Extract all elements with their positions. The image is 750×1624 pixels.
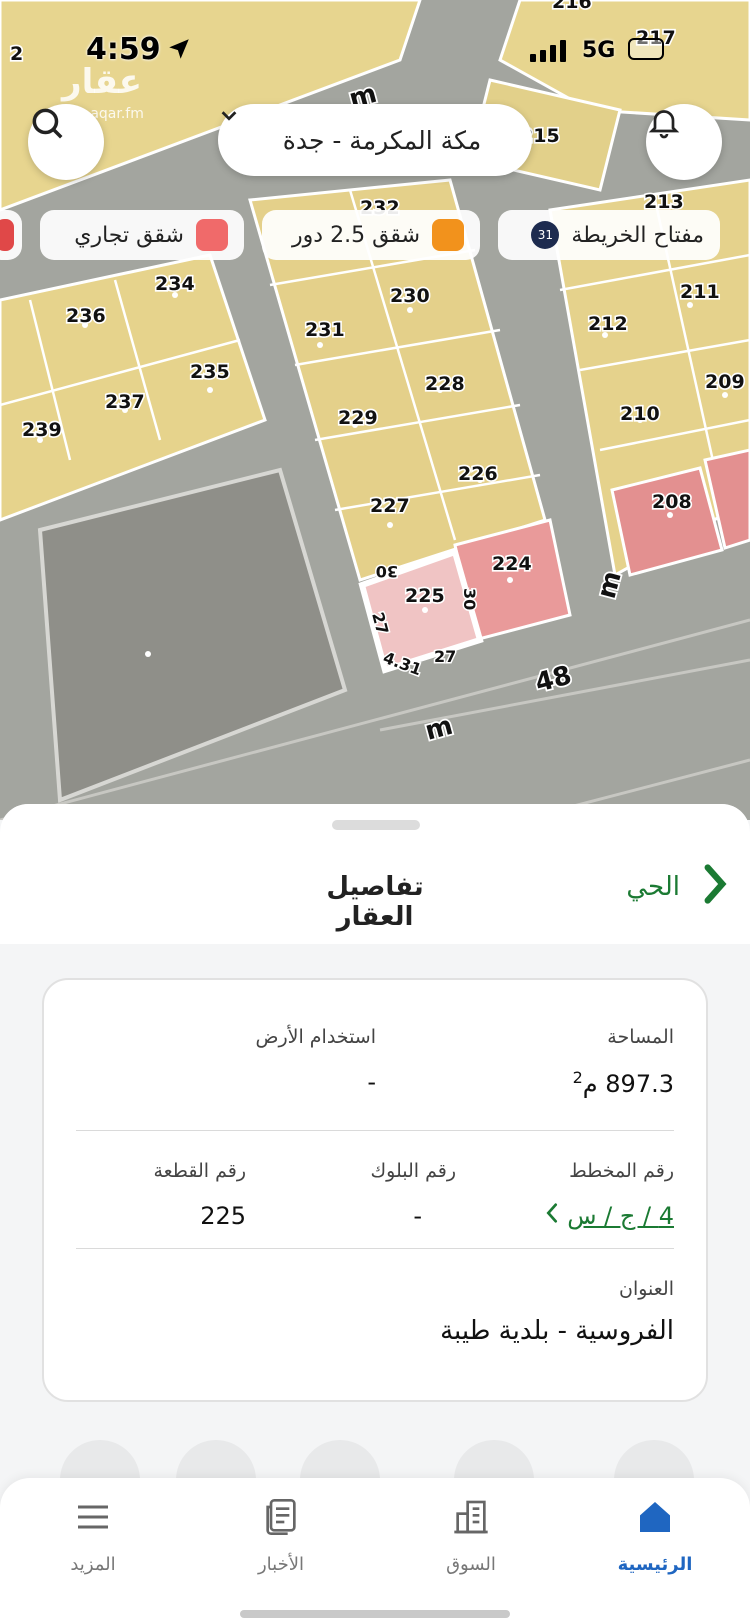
block-number-label: رقم البلوك xyxy=(370,1160,456,1182)
battery-icon xyxy=(628,38,664,60)
land-use-value: - xyxy=(367,1068,376,1096)
sheet-header: تفاصيل العقار الحي xyxy=(0,804,750,944)
plot-label-211: 211 xyxy=(680,281,720,303)
address-label: العنوان xyxy=(618,1278,674,1300)
block-number-value: - xyxy=(413,1202,422,1230)
building-icon xyxy=(406,1494,536,1540)
brand-watermark: عقار xyxy=(62,62,143,102)
plot-label-226: 226 xyxy=(458,463,498,485)
plot-label-235: 235 xyxy=(190,361,230,383)
area-field: المساحة 897.3 م2 xyxy=(573,1026,674,1098)
nav-more[interactable]: المزيد xyxy=(28,1494,158,1575)
land-use-label: استخدام الأرض xyxy=(255,1026,376,1048)
plot-label-230: 230 xyxy=(390,285,430,307)
plot-number-value: 225 xyxy=(200,1202,246,1230)
plot-label-228: 228 xyxy=(425,373,465,395)
search-button[interactable] xyxy=(28,104,104,180)
sheet-title: تفاصيل العقار xyxy=(326,872,424,932)
map-key-chip[interactable]: مفتاح الخريطة 31 xyxy=(498,210,720,260)
plot-label-224: 224 xyxy=(492,553,532,575)
legend-label-apartments: شقق 2.5 دور xyxy=(292,222,420,248)
nav-news-label: الأخبار xyxy=(257,1554,304,1575)
legend-chip-apartments[interactable]: شقق 2.5 دور xyxy=(262,210,480,260)
plot-label-209: 209 xyxy=(705,371,745,393)
plot-number-label: رقم القطعة xyxy=(153,1160,246,1182)
legend-chip-partial[interactable] xyxy=(0,210,22,260)
plan-number-link[interactable]: 4 / ج / س xyxy=(545,1202,674,1230)
news-icon xyxy=(216,1494,346,1540)
plot-label-231: 231 xyxy=(305,319,345,341)
nav-market[interactable]: السوق xyxy=(406,1494,536,1575)
plot-label-237: 237 xyxy=(105,391,145,413)
bottom-navigation: الرئيسية السوق الأخبار المزيد xyxy=(0,1478,750,1624)
city-selector[interactable]: مكة المكرمة - جدة xyxy=(218,104,532,176)
property-map[interactable]: 216 217 2 215 213 232 234 236 230 231 21… xyxy=(0,0,750,820)
district-link-label: الحي xyxy=(626,872,680,902)
dimension-label: 27 xyxy=(434,647,456,666)
network-indicator: 5G xyxy=(582,38,616,63)
dimension-label: 30 xyxy=(460,588,479,610)
menu-icon xyxy=(28,1494,158,1540)
drag-handle[interactable] xyxy=(332,820,420,830)
chevron-right-icon xyxy=(702,862,728,913)
plot-label-216: 216 xyxy=(552,0,592,13)
area-value: 897.3 م2 xyxy=(572,1068,674,1098)
plot-label-2: 2 xyxy=(10,43,23,65)
plot-label-210: 210 xyxy=(620,403,660,425)
area-unit-superscript: 2 xyxy=(572,1068,583,1087)
plot-label-212: 212 xyxy=(588,313,628,335)
dimension-label: 30 xyxy=(376,562,398,581)
nav-market-label: السوق xyxy=(446,1554,496,1575)
plot-label-234: 234 xyxy=(155,273,195,295)
address-field: العنوان الفروسية - بلدية طيبة xyxy=(440,1278,674,1346)
nav-home[interactable]: الرئيسية xyxy=(590,1494,720,1575)
area-unit: م xyxy=(582,1070,598,1098)
legend-swatch-orange xyxy=(432,219,464,251)
nav-more-label: المزيد xyxy=(70,1554,116,1575)
plan-number-field: رقم المخطط 4 / ج / س xyxy=(545,1160,674,1230)
plot-label-229: 229 xyxy=(338,407,378,429)
nav-home-label: الرئيسية xyxy=(617,1554,693,1575)
home-icon xyxy=(590,1494,720,1540)
legend-swatch-red xyxy=(0,219,14,251)
card-divider xyxy=(76,1130,674,1131)
address-value: الفروسية - بلدية طيبة xyxy=(440,1316,674,1346)
map-key-count-badge: 31 xyxy=(531,221,560,249)
home-indicator xyxy=(240,1610,510,1618)
district-link[interactable]: الحي xyxy=(626,862,728,912)
legend-swatch-red xyxy=(196,219,228,251)
plot-number-field: رقم القطعة 225 xyxy=(153,1160,246,1230)
chevron-left-icon xyxy=(545,1202,559,1230)
plot-label-239: 239 xyxy=(22,419,62,441)
plot-label-208: 208 xyxy=(652,491,692,513)
plot-label-236: 236 xyxy=(66,305,106,327)
plot-label-227: 227 xyxy=(370,495,410,517)
land-use-field: استخدام الأرض - xyxy=(255,1026,376,1096)
card-divider xyxy=(76,1248,674,1249)
plan-number-label: رقم المخطط xyxy=(569,1160,674,1182)
legend-chip-commercial[interactable]: شقق تجاري xyxy=(40,210,244,260)
map-key-label: مفتاح الخريطة xyxy=(571,222,704,248)
property-details-card: المساحة 897.3 م2 استخدام الأرض - رقم الم… xyxy=(42,978,708,1402)
notifications-button[interactable] xyxy=(646,104,722,180)
plot-label-225: 225 xyxy=(405,585,445,607)
block-number-field: رقم البلوك - xyxy=(370,1160,456,1230)
nav-news[interactable]: الأخبار xyxy=(216,1494,346,1575)
area-label: المساحة xyxy=(607,1026,674,1048)
legend-label-commercial: شقق تجاري xyxy=(74,222,184,248)
city-selector-label: مكة المكرمة - جدة xyxy=(282,125,482,155)
